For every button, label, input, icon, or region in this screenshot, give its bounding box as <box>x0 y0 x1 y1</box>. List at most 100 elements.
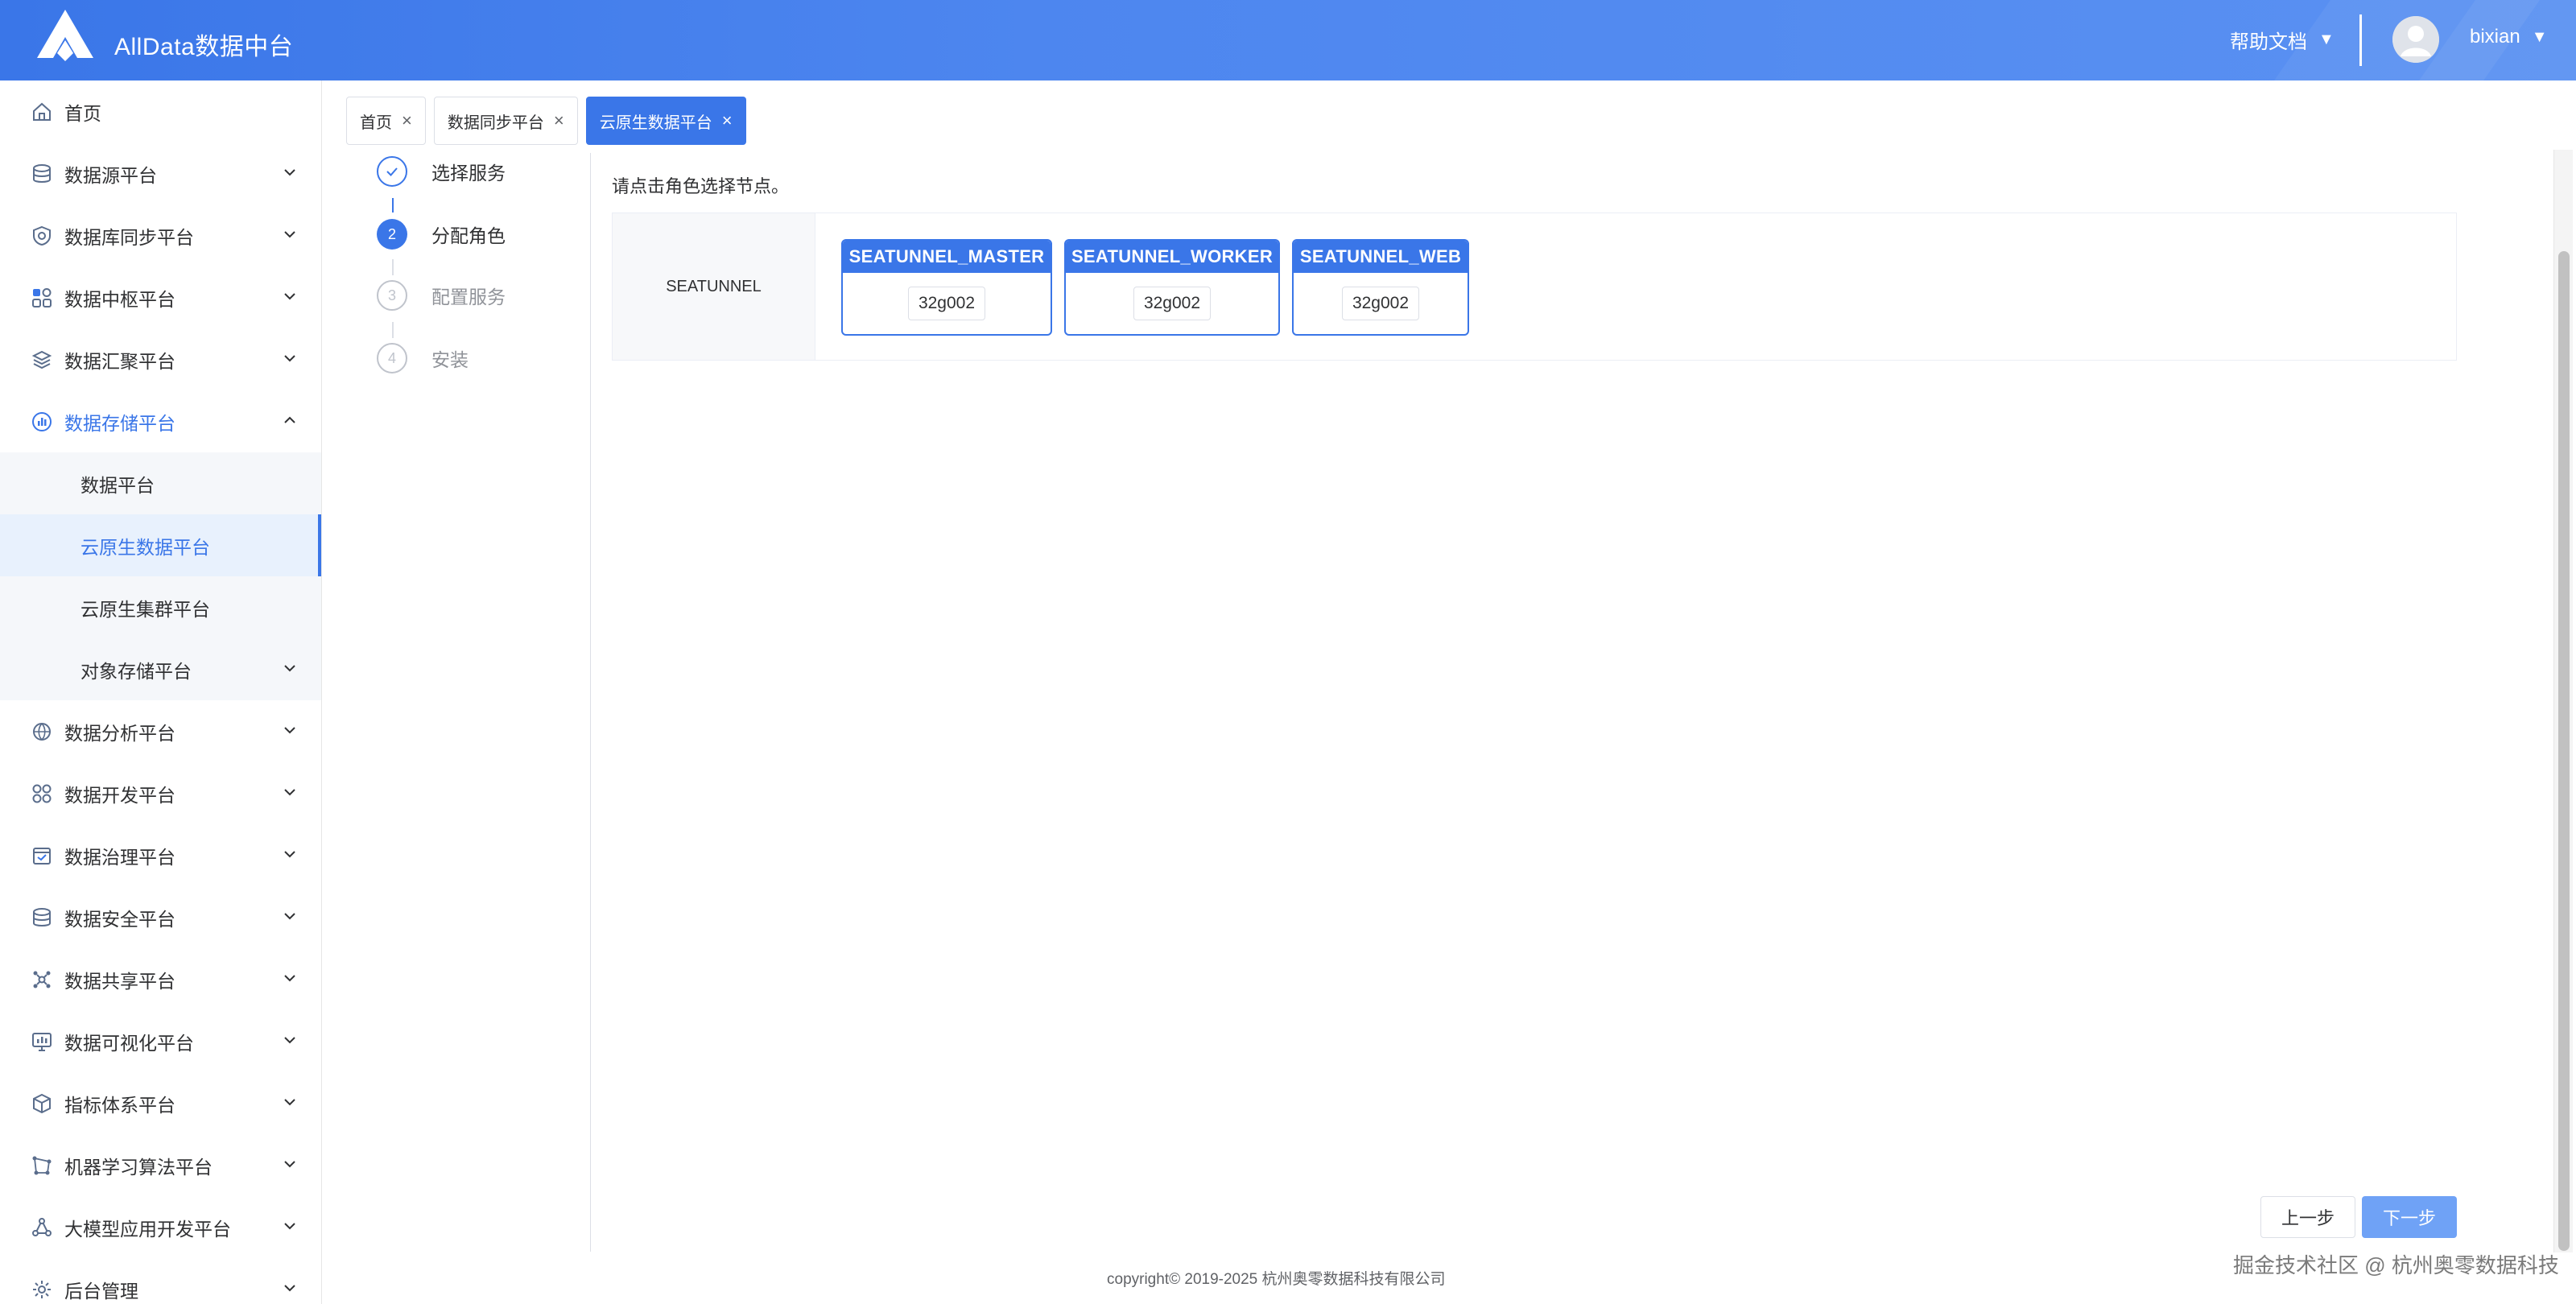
sidebar-item-label: 数据开发平台 <box>64 784 175 806</box>
node-tag[interactable]: 32g002 <box>907 287 986 320</box>
admin-icon <box>31 1278 53 1301</box>
help-docs-dropdown[interactable]: 帮助文档 ▼ <box>2230 26 2334 54</box>
role-card-master[interactable]: SEATUNNEL_MASTER 32g002 <box>841 239 1052 336</box>
sidebar-subitem-cloud-native-cluster[interactable]: 云原生集群平台 <box>0 576 321 638</box>
sidebar-item-label: 数据分析平台 <box>64 722 175 744</box>
tab-data-sync[interactable]: 数据同步平台 × <box>433 97 578 145</box>
sidebar-item-label: 数据共享平台 <box>64 970 175 992</box>
role-name: SEATUNNEL_WEB <box>1294 241 1468 273</box>
role-card-list: SEATUNNEL_MASTER 32g002 SEATUNNEL_WORKER… <box>815 213 2456 360</box>
sidebar-item-data-storage[interactable]: 数据存储平台 <box>0 390 321 452</box>
role-card-web[interactable]: SEATUNNEL_WEB 32g002 <box>1292 239 1469 336</box>
sidebar-item-data-hub[interactable]: 数据中枢平台 <box>0 266 321 328</box>
role-node-area: 32g002 <box>843 273 1051 334</box>
alldata-logo-icon[interactable] <box>35 8 95 61</box>
sidebar-item-label: 后台管理 <box>64 1280 138 1302</box>
content-divider <box>590 153 591 1252</box>
chevron-down-icon <box>284 355 295 362</box>
tab-label: 数据同步平台 <box>447 113 544 132</box>
username-label: bixian <box>2470 26 2520 47</box>
tab-label: 首页 <box>360 113 392 132</box>
scrollbar-thumb[interactable] <box>2558 251 2570 1251</box>
chevron-up-icon <box>284 416 295 423</box>
sidebar-item-label: 数据汇聚平台 <box>64 350 175 372</box>
sidebar-subitem-data-platform[interactable]: 数据平台 <box>0 452 321 514</box>
sidebar-item-label: 首页 <box>64 102 101 124</box>
ml-icon <box>31 1154 53 1177</box>
sidebar-item-label: 数据源平台 <box>64 164 157 186</box>
storage-submenu: 数据平台 云原生数据平台 云原生集群平台 对象存储平台 <box>0 452 321 700</box>
sidebar-item-data-security[interactable]: 数据安全平台 <box>0 886 321 948</box>
step-label: 选择服务 <box>431 163 506 184</box>
sidebar-item-metrics[interactable]: 指标体系平台 <box>0 1072 321 1134</box>
step-config-service: 3 配置服务 <box>377 280 506 311</box>
service-name: SEATUNNEL <box>613 213 815 360</box>
sidebar-item-data-visual[interactable]: 数据可视化平台 <box>0 1010 321 1072</box>
role-instruction: 请点击角色选择节点。 <box>612 176 790 196</box>
chevron-down-icon <box>284 169 295 176</box>
sidebar-item-db-sync[interactable]: 数据库同步平台 <box>0 204 321 266</box>
role-card-worker[interactable]: SEATUNNEL_WORKER 32g002 <box>1064 239 1280 336</box>
sidebar-menu: 首页 数据源平台 数据库同步平台 数据中枢平台 数据汇聚平台 数据存储平台 数据… <box>0 80 322 1304</box>
develop-icon <box>31 782 53 805</box>
tab-home[interactable]: 首页 × <box>346 97 426 145</box>
step-assign-role: 2 分配角色 <box>377 219 506 250</box>
tab-label: 云原生数据平台 <box>599 113 712 132</box>
watermark-text: 掘金技术社区 @ 杭州奥零数据科技 <box>2233 1253 2559 1277</box>
step-connector <box>392 259 394 275</box>
sidebar-item-home[interactable]: 首页 <box>0 80 321 142</box>
share-icon <box>31 968 53 991</box>
chevron-down-icon <box>284 727 295 734</box>
governance-icon <box>31 844 53 867</box>
close-icon[interactable]: × <box>402 110 412 131</box>
chevron-down-icon <box>284 231 295 238</box>
user-menu-dropdown[interactable]: bixian ▼ <box>2470 26 2548 48</box>
sidebar-item-data-analysis[interactable]: 数据分析平台 <box>0 700 321 762</box>
chevron-down-icon <box>284 975 295 982</box>
close-icon[interactable]: × <box>554 110 564 131</box>
tab-cloud-native-data[interactable]: 云原生数据平台 × <box>585 97 746 145</box>
node-tag[interactable]: 32g002 <box>1341 287 1420 320</box>
sidebar-item-label: 数据库同步平台 <box>64 226 194 248</box>
sidebar-subitem-label: 云原生集群平台 <box>80 598 210 620</box>
sidebar-item-datasource[interactable]: 数据源平台 <box>0 142 321 204</box>
visual-icon <box>31 1030 53 1053</box>
step-connector <box>392 198 394 213</box>
sidebar-subitem-label: 对象存储平台 <box>80 660 192 682</box>
chevron-down-icon <box>284 1285 295 1292</box>
close-icon[interactable]: × <box>722 110 733 131</box>
sidebar-item-llm-dev[interactable]: 大模型应用开发平台 <box>0 1196 321 1258</box>
node-tag[interactable]: 32g002 <box>1133 287 1212 320</box>
sidebar-item-data-collect[interactable]: 数据汇聚平台 <box>0 328 321 390</box>
sidebar-item-label: 机器学习算法平台 <box>64 1156 213 1178</box>
sidebar-item-data-share[interactable]: 数据共享平台 <box>0 948 321 1010</box>
user-avatar[interactable] <box>2392 16 2439 63</box>
sidebar-item-label: 数据存储平台 <box>64 412 175 434</box>
chevron-down-icon <box>284 789 295 796</box>
sidebar-subitem-cloud-native-data[interactable]: 云原生数据平台 <box>0 514 321 576</box>
step-number: 4 <box>377 343 407 373</box>
layers-icon <box>31 349 53 371</box>
sidebar-item-label: 数据中枢平台 <box>64 288 175 310</box>
cube-icon <box>31 1092 53 1115</box>
sidebar-item-label: 数据治理平台 <box>64 846 175 868</box>
prev-step-button[interactable]: 上一步 <box>2260 1196 2355 1238</box>
sidebar-subitem-object-storage[interactable]: 对象存储平台 <box>0 638 321 700</box>
chevron-down-icon <box>284 1223 295 1230</box>
check-icon <box>377 156 407 187</box>
chevron-down-icon <box>284 1099 295 1106</box>
analysis-icon <box>31 720 53 743</box>
sidebar-item-label: 大模型应用开发平台 <box>64 1218 231 1240</box>
step-connector <box>392 322 394 338</box>
role-node-area: 32g002 <box>1294 273 1468 334</box>
sidebar-item-data-develop[interactable]: 数据开发平台 <box>0 762 321 824</box>
user-avatar-icon <box>2392 16 2439 63</box>
next-step-button[interactable]: 下一步 <box>2362 1196 2457 1238</box>
sidebar-item-data-governance[interactable]: 数据治理平台 <box>0 824 321 886</box>
sidebar-item-machine-learning[interactable]: 机器学习算法平台 <box>0 1134 321 1196</box>
role-assignment-table: SEATUNNEL SEATUNNEL_MASTER 32g002 SEATUN… <box>612 213 2457 361</box>
top-header: AllData数据中台 帮助文档 ▼ bixian ▼ <box>0 0 2576 80</box>
sidebar-item-admin[interactable]: 后台管理 <box>0 1258 321 1304</box>
step-select-service: 选择服务 <box>377 156 506 187</box>
database-icon <box>31 163 53 185</box>
